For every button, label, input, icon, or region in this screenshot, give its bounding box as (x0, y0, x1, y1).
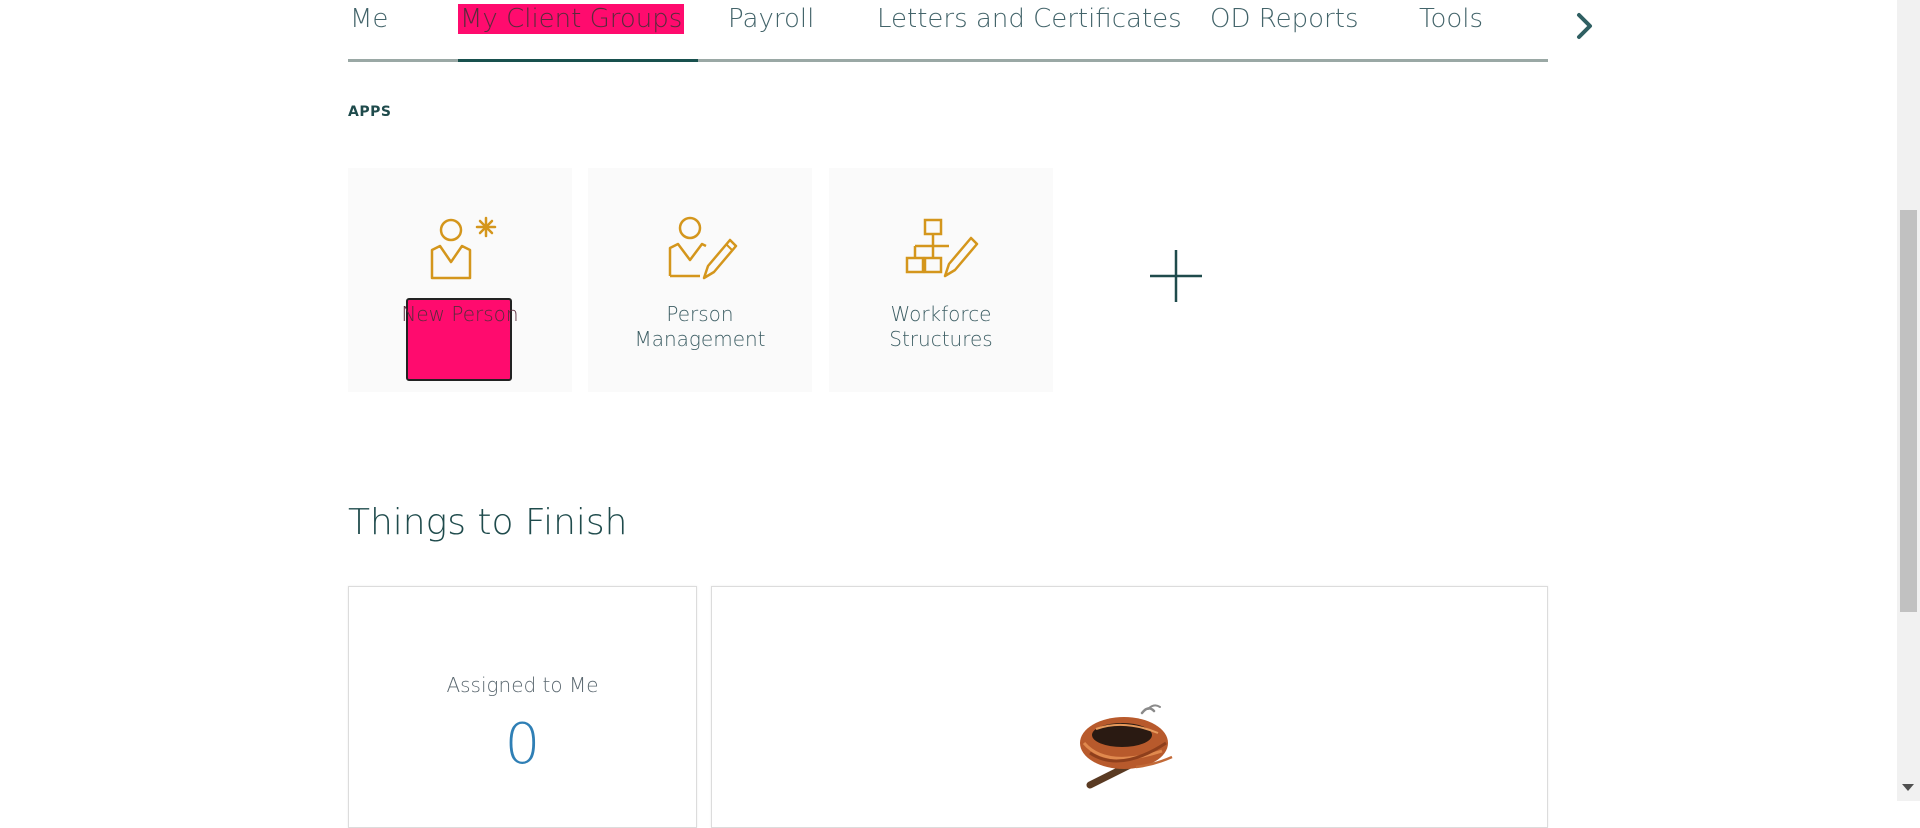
tab-od-reports-label: OD Reports (1210, 4, 1359, 34)
chevron-right-icon[interactable] (1568, 8, 1602, 44)
assigned-to-me-title: Assigned to Me (446, 673, 599, 697)
tab-od-reports[interactable]: OD Reports (1208, 4, 1360, 34)
app-tile-new-person[interactable]: New Person (348, 168, 572, 392)
person-edit-icon (668, 216, 738, 280)
app-tile-label-line-2: Management (634, 327, 766, 351)
apps-section-label: APPS (348, 104, 392, 120)
plus-icon[interactable] (1148, 248, 1204, 304)
vertical-scrollbar[interactable] (1897, 0, 1920, 801)
empty-state-panel (711, 586, 1548, 828)
org-chart-edit-icon (905, 218, 979, 278)
scrollbar-thumb[interactable] (1900, 210, 1917, 612)
tab-payroll-label: Payroll (728, 4, 815, 34)
app-tile-workforce-structures[interactable]: Workforce Structures (829, 168, 1053, 392)
section-title-things-to-finish: Things to Finish (348, 502, 628, 543)
tab-payroll[interactable]: Payroll (726, 4, 816, 34)
tab-tools[interactable]: Tools (1417, 4, 1485, 34)
tab-me[interactable]: Me (348, 4, 390, 34)
app-tile-label: New Person (348, 302, 572, 327)
app-tile-label-line: New Person (401, 302, 519, 326)
page: Me My Client Groups Payroll Letters and … (0, 0, 1897, 828)
app-tile-label-line-2: Structures (889, 327, 993, 351)
app-tile-label-line-1: Workforce (890, 302, 992, 326)
app-tile-label: Person Management (588, 302, 812, 352)
tab-me-label: Me (350, 4, 389, 34)
person-add-icon (430, 216, 497, 280)
apps-tiles: New Person Person Management Workforce S… (348, 168, 1248, 392)
app-tile-label: Workforce Structures (829, 302, 1053, 352)
assigned-to-me-card[interactable]: Assigned to Me 0 (348, 586, 697, 828)
tab-my-client-groups-label: My Client Groups (458, 4, 685, 34)
scroll-down-arrow-icon[interactable] (1902, 784, 1914, 791)
tab-tools-label: Tools (1419, 4, 1484, 34)
top-navigation: Me My Client Groups Payroll Letters and … (348, 0, 1548, 62)
empty-nest-icon (1080, 704, 1173, 789)
active-tab-indicator (458, 59, 698, 62)
tab-my-client-groups[interactable]: My Client Groups (458, 4, 685, 34)
tab-letters-label: Letters and Certificates (877, 4, 1182, 34)
app-tile-label-line-1: Person (666, 302, 734, 326)
app-tile-person-management[interactable]: Person Management (588, 168, 812, 392)
assigned-count[interactable]: 0 (349, 715, 696, 775)
tab-letters-and-certificates[interactable]: Letters and Certificates (875, 4, 1184, 34)
